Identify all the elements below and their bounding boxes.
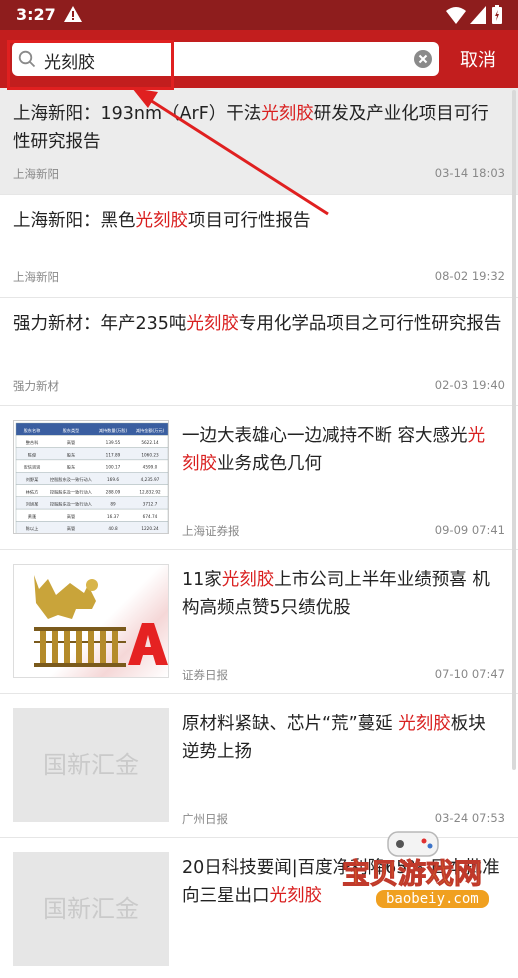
list-item[interactable]: 上海新阳：黑色光刻胶项目可行性报告 上海新阳 08-02 19:32 [0,195,518,298]
scrollbar[interactable] [512,90,516,770]
cancel-button[interactable]: 取消 [460,46,496,72]
table-cell: 股东名称 [24,427,41,434]
item-title: 上海新阳：193nm（ArF）干法光刻胶研发及产业化项目可行性研究报告 [13,104,489,152]
item-title: 上海新阳：黑色光刻胶项目可行性报告 [13,211,311,231]
item-source: 强力新材 [13,379,59,393]
table-cell: 5622.14 [141,440,159,445]
table-cell: 减持金额(万元) [136,427,165,434]
item-time: 08-02 19:32 [434,269,505,283]
item-time: 03-24 07:53 [434,811,505,825]
item-source: 广州日报 [182,812,228,826]
battery-icon [492,5,502,24]
list-item[interactable]: 11家光刻胶上市公司上半年业绩预喜 机构高频点赞5只绩优股 证券日报 07-10… [0,550,518,694]
table-cell: 169.6 [107,477,119,482]
table-cell: 40.8 [108,526,118,531]
table-cell: 减持数量(万股) [99,427,128,434]
table-cell: 股东 [67,451,75,458]
item-time: 09-09 07:41 [434,523,505,537]
list-item[interactable]: 股东名称 股东类型 减持数量(万股) 减持金额(万元) 整合科 高管 139.55 5622.… [0,406,518,550]
table-cell: 12,832.92 [139,489,161,494]
table-cell: 1220.24 [141,526,159,531]
list-item[interactable]: 国新汇金 原材料紧缺、芯片“荒”蔓延 光刻胶板块逆势上扬 广州日报 03-24 … [0,694,518,838]
table-cell: 4,235.97 [141,477,160,482]
table-cell: 4599.0 [143,465,158,470]
warning-icon [64,6,82,22]
table-cell: 陈俊 [28,451,36,458]
item-source: 上海新阳 [13,270,59,284]
table-cell: 674.74 [143,514,158,519]
item-time: 03-14 18:03 [434,166,505,180]
table-cell: 控股股东及一致行动人 [50,476,93,483]
item-time: 07-10 07:47 [434,667,505,681]
table-cell: 刘野某 [26,476,39,483]
bull-abacus-image [13,564,169,678]
placeholder-image: 国新汇金 [13,708,169,822]
table-cell: 高管 [67,513,75,520]
table-cell: 控股股东及一致行动人 [50,501,93,508]
list-item[interactable]: 强力新材：年产235吨光刻胶专用化学品项目之可行性研究报告 强力新材 02-03… [0,298,518,406]
item-title: 强力新材：年产235吨光刻胶专用化学品项目之可行性研究报告 [13,314,502,334]
table-cell: 288.09 [106,489,121,494]
item-title: 一边大表雄心一边减持不断 容大感光光刻胶业务成色几何 [182,426,486,474]
table-cell: 控股股东及一致行动人 [50,488,93,495]
watermark-url: baobeiy.com [376,890,489,908]
table-cell: 黄蓬 [28,513,37,520]
status-bar: 3:27 [0,0,518,30]
table-cell: 刘旭某 [26,501,39,508]
table-cell: 股东类型 [63,427,80,434]
watermark: 宝贝游戏网 baobeiy.com [338,826,518,920]
watermark-text: 宝贝游戏网 [341,857,483,891]
item-source: 上海新阳 [13,167,59,181]
table-cell: 陈以上 [26,525,39,532]
table-thumbnail: 股东名称 股东类型 减持数量(万股) 减持金额(万元) 整合科 高管 139.55 5622.… [13,420,169,534]
signal-icon [470,6,486,24]
clear-icon[interactable] [413,49,433,69]
table-cell: 高管 [67,525,75,532]
table-cell: 16.37 [107,514,119,519]
item-source: 上海证券报 [182,524,240,538]
list-item[interactable]: 上海新阳：193nm（ArF）干法光刻胶研发及产业化项目可行性研究报告 上海新阳… [0,88,518,195]
table-cell: 89 [110,502,116,507]
table-cell: 股东 [67,464,75,471]
table-cell: 100.17 [106,465,121,470]
item-title: 11家光刻胶上市公司上半年业绩预喜 机构高频点赞5只绩优股 [182,570,490,618]
item-source: 证券日报 [182,668,228,682]
item-title: 原材料紧缺、芯片“荒”蔓延 光刻胶板块逆势上扬 [182,714,486,762]
table-cell: 安信贤贤 [24,464,41,471]
table-cell: 整合科 [26,439,39,446]
table-cell: 139.55 [106,440,121,445]
placeholder-image: 国新汇金 [13,852,169,966]
status-time: 3:27 [16,5,56,24]
table-cell: 高管 [67,439,75,446]
table-cell: 1060.23 [141,452,159,457]
table-cell: 3712.7 [143,502,158,507]
wifi-icon [446,7,466,24]
table-cell: 林佑方 [26,488,39,495]
item-time: 02-03 19:40 [434,378,505,392]
annotation-box [7,40,174,90]
table-cell: 117.89 [106,452,121,457]
